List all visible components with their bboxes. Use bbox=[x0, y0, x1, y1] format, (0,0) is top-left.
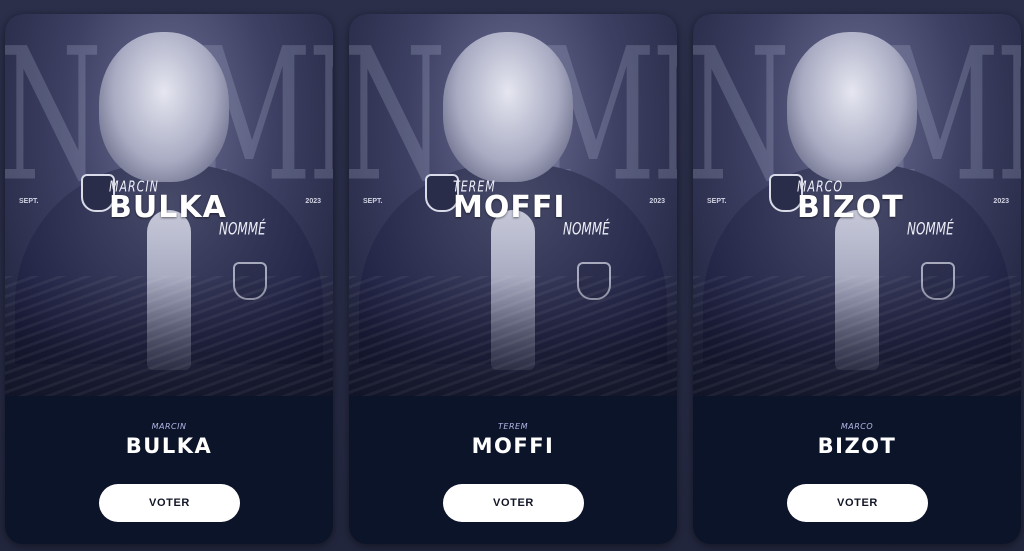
player-poster: NOMMÉ SEPT. 2023 MARCO BIZOT NOMMÉ bbox=[693, 14, 1021, 396]
nominee-card-bulka: NOMMÉ SEPT. 2023 MARCIN BULKA NOMMÉ MARC… bbox=[5, 14, 333, 544]
poster-nominated-tag: NOMMÉ bbox=[907, 219, 954, 239]
poster-nominated-tag: NOMMÉ bbox=[219, 219, 266, 239]
vote-button[interactable]: VOTER bbox=[99, 484, 240, 522]
poster-year: 2023 bbox=[305, 198, 321, 205]
player-portrait bbox=[99, 32, 229, 182]
club-crest-icon bbox=[577, 262, 611, 300]
poster-last-name: BULKA bbox=[109, 190, 227, 225]
poster-month: SEPT. bbox=[707, 198, 727, 205]
player-action-figure bbox=[835, 210, 879, 370]
vote-button[interactable]: VOTER bbox=[787, 484, 928, 522]
player-poster: NOMMÉ SEPT. 2023 MARCIN BULKA NOMMÉ bbox=[5, 14, 333, 396]
player-first-name: TEREM bbox=[498, 422, 528, 431]
nominees-grid: NOMMÉ SEPT. 2023 MARCIN BULKA NOMMÉ MARC… bbox=[0, 0, 1024, 551]
club-crest-icon bbox=[921, 262, 955, 300]
player-portrait bbox=[787, 32, 917, 182]
poster-last-name: BIZOT bbox=[797, 190, 904, 225]
player-portrait bbox=[443, 32, 573, 182]
poster-year: 2023 bbox=[993, 198, 1009, 205]
nominee-card-moffi: NOMMÉ SEPT. 2023 TEREM MOFFI NOMMÉ TEREM… bbox=[349, 14, 677, 544]
poster-nominated-tag: NOMMÉ bbox=[563, 219, 610, 239]
player-first-name: MARCIN bbox=[151, 422, 187, 431]
player-poster: NOMMÉ SEPT. 2023 TEREM MOFFI NOMMÉ bbox=[349, 14, 677, 396]
player-last-name: BULKA bbox=[125, 434, 213, 458]
player-first-name: MARCO bbox=[840, 422, 874, 431]
vote-button[interactable]: VOTER bbox=[443, 484, 584, 522]
player-last-name: MOFFI bbox=[471, 434, 555, 458]
poster-month: SEPT. bbox=[19, 198, 39, 205]
poster-month: SEPT. bbox=[363, 198, 383, 205]
poster-year: 2023 bbox=[649, 198, 665, 205]
nominee-card-bizot: NOMMÉ SEPT. 2023 MARCO BIZOT NOMMÉ MARCO… bbox=[693, 14, 1021, 544]
player-last-name: BIZOT bbox=[817, 434, 897, 458]
player-action-figure bbox=[147, 210, 191, 370]
poster-last-name: MOFFI bbox=[453, 190, 566, 225]
player-action-figure bbox=[491, 210, 535, 370]
club-crest-icon bbox=[233, 262, 267, 300]
